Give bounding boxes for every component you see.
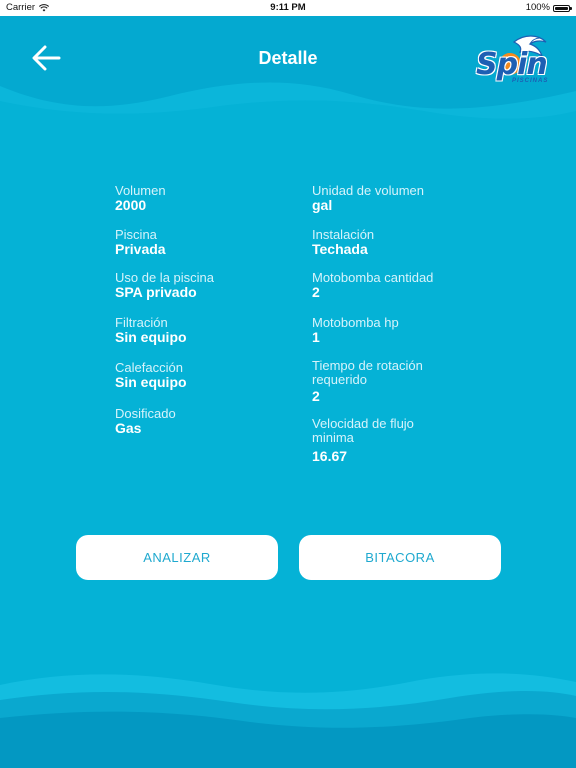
field-value: 1 bbox=[312, 329, 320, 345]
field-label: Uso de la piscina bbox=[115, 270, 214, 285]
field-value: Sin equipo bbox=[115, 329, 187, 345]
field-label: Velocidad de flujo minima bbox=[312, 416, 414, 445]
field-value: 2000 bbox=[115, 197, 147, 213]
field-velocidad-flujo: Velocidad de flujo minima 16.67 bbox=[312, 417, 442, 464]
field-tiempo-rotacion: Tiempo de rotación requerido 2 bbox=[312, 359, 452, 404]
field-value: Sin equipo bbox=[115, 374, 187, 390]
status-time: 9:11 PM bbox=[270, 2, 306, 13]
field-piscina: Piscina Privada bbox=[115, 228, 285, 257]
field-instalacion: Instalación Techada bbox=[312, 228, 482, 257]
status-bar: Carrier 9:11 PM 100% bbox=[0, 0, 576, 16]
field-value: SPA privado bbox=[115, 284, 197, 300]
field-unidad-volumen: Unidad de volumen gal bbox=[312, 184, 482, 213]
field-motobomba-cantidad: Motobomba cantidad 2 bbox=[312, 271, 482, 300]
field-value: 16.67 bbox=[312, 448, 348, 464]
analyze-button[interactable]: ANALIZAR bbox=[76, 535, 278, 580]
logo-subtext: PISCINAS bbox=[512, 78, 549, 84]
field-label: Instalación bbox=[312, 227, 375, 242]
field-motobomba-hp: Motobomba hp 1 bbox=[312, 316, 482, 345]
field-label: Dosificado bbox=[115, 406, 176, 421]
field-value: Techada bbox=[312, 241, 368, 257]
field-calefaccion: Calefacción Sin equipo bbox=[115, 361, 285, 390]
field-value: 2 bbox=[312, 284, 320, 300]
field-label: Volumen bbox=[115, 183, 166, 198]
status-right: 100% bbox=[525, 0, 572, 16]
bottom-wave-decoration bbox=[0, 673, 576, 768]
battery-icon bbox=[553, 4, 572, 12]
field-label: Filtración bbox=[115, 315, 168, 330]
logo-wordmark: Spin bbox=[476, 47, 548, 82]
brand-logo: Spin PISCINAS bbox=[474, 30, 556, 88]
field-label: Piscina bbox=[115, 227, 157, 242]
field-value: Privada bbox=[115, 241, 166, 257]
field-label: Calefacción bbox=[115, 360, 183, 375]
field-label: Tiempo de rotación requerido bbox=[312, 358, 423, 387]
field-label: Motobomba cantidad bbox=[312, 270, 434, 285]
field-value: Gas bbox=[115, 420, 142, 436]
field-uso-piscina: Uso de la piscina SPA privado bbox=[115, 271, 285, 300]
field-filtracion: Filtración Sin equipo bbox=[115, 316, 285, 345]
field-value: 2 bbox=[312, 388, 320, 404]
battery-percent: 100% bbox=[525, 2, 550, 13]
log-button[interactable]: BITACORA bbox=[299, 535, 501, 580]
field-volumen: Volumen 2000 bbox=[115, 184, 285, 213]
field-label: Motobomba hp bbox=[312, 315, 399, 330]
field-value: gal bbox=[312, 197, 333, 213]
field-label: Unidad de volumen bbox=[312, 183, 425, 198]
field-dosificado: Dosificado Gas bbox=[115, 407, 285, 436]
